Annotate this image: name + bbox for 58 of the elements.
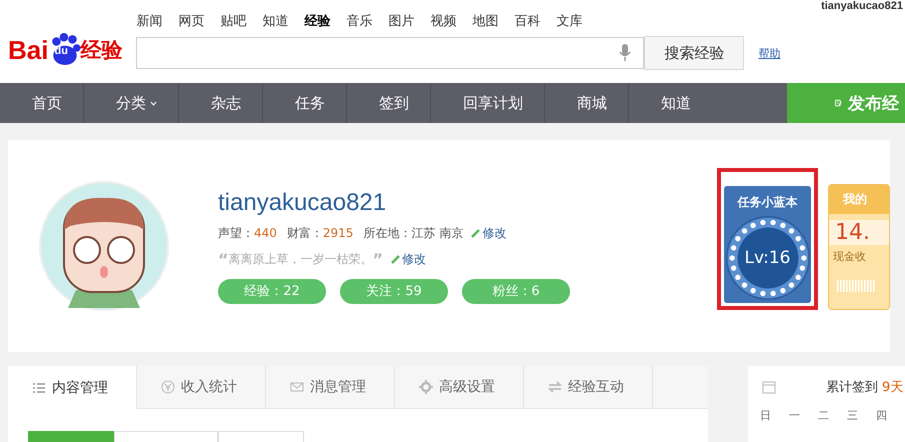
weekday-label: 四 <box>876 408 887 423</box>
nav-link[interactable]: 新闻 <box>136 12 162 32</box>
motto-text: 离离原上草，一岁一枯荣。 <box>228 250 373 268</box>
nav-link[interactable]: 百科 <box>514 12 540 32</box>
open-quote: “ <box>218 250 229 268</box>
nav-link[interactable]: 经验 <box>304 12 330 32</box>
nav-link[interactable]: 音乐 <box>346 12 372 32</box>
level-badge: Lv:16 <box>724 215 810 301</box>
wealth-value: 2915 <box>322 226 354 240</box>
calendar-icon <box>762 380 776 394</box>
nav-link[interactable]: 贴吧 <box>220 12 246 32</box>
checkin-days: 9天 <box>882 378 904 396</box>
yen-icon <box>161 380 175 394</box>
tab[interactable]: 消息管理 <box>266 366 395 408</box>
wealth-label: 财富： <box>286 224 323 242</box>
tab[interactable]: 内容管理 <box>8 366 137 409</box>
income-card[interactable]: 我的 14. 现金收 <box>828 184 890 310</box>
reputation-value: 440 <box>254 226 277 240</box>
help-link[interactable]: 帮助 <box>758 46 780 60</box>
checkin-label: 累计签到 <box>826 379 878 396</box>
edit-link[interactable]: 修改 <box>391 250 426 268</box>
barcode-stripes-drawing <box>837 280 877 292</box>
income-amount: 14. <box>829 220 889 245</box>
settings-icon <box>419 380 433 394</box>
tab[interactable]: 收入统计 <box>137 366 266 408</box>
weekday-label: 三 <box>847 408 858 423</box>
close-quote: ” <box>372 250 384 268</box>
microphone-icon[interactable] <box>619 43 632 63</box>
weekday-label: 一 <box>789 408 800 423</box>
profile-username: tianyakucao821 <box>218 188 388 216</box>
nav-link[interactable]: 视频 <box>430 12 456 32</box>
pencil-icon <box>391 254 400 264</box>
search-button[interactable]: 搜索经验 <box>644 36 744 70</box>
nav-item[interactable]: 首页 <box>0 83 83 123</box>
tab[interactable]: 高级设置 <box>395 366 524 408</box>
pencil-icon <box>471 228 480 238</box>
task-card[interactable]: 任务小蓝本 Lv:16 <box>724 186 811 303</box>
search-field[interactable] <box>136 37 644 69</box>
weekday-label: 日 <box>760 408 771 423</box>
weekday-label: 二 <box>818 408 829 423</box>
nav-link[interactable]: 地图 <box>472 12 498 32</box>
nav-link[interactable]: 文库 <box>556 12 582 32</box>
income-card-title: 我的 <box>829 185 889 214</box>
edit-link[interactable]: 修改 <box>471 224 506 242</box>
baidu-logo[interactable]: Bai du 经验 <box>8 30 122 70</box>
location-label: 所在地： <box>363 224 412 242</box>
nav-link[interactable]: 知道 <box>262 12 288 32</box>
reputation-label: 声望： <box>218 224 254 242</box>
tab[interactable]: 经验互动 <box>524 366 653 408</box>
task-card-title: 任务小蓝本 <box>738 194 798 211</box>
username-link[interactable]: tianyakucao821 <box>821 0 903 12</box>
location-value: 江苏 南京 <box>411 224 464 242</box>
nav-link[interactable]: 网页 <box>178 12 204 32</box>
nav-link[interactable]: 图片 <box>388 12 414 32</box>
income-caption: 现金收 <box>832 249 867 264</box>
swap-icon <box>548 380 562 394</box>
mail-icon <box>290 380 304 394</box>
list-icon <box>32 380 46 394</box>
